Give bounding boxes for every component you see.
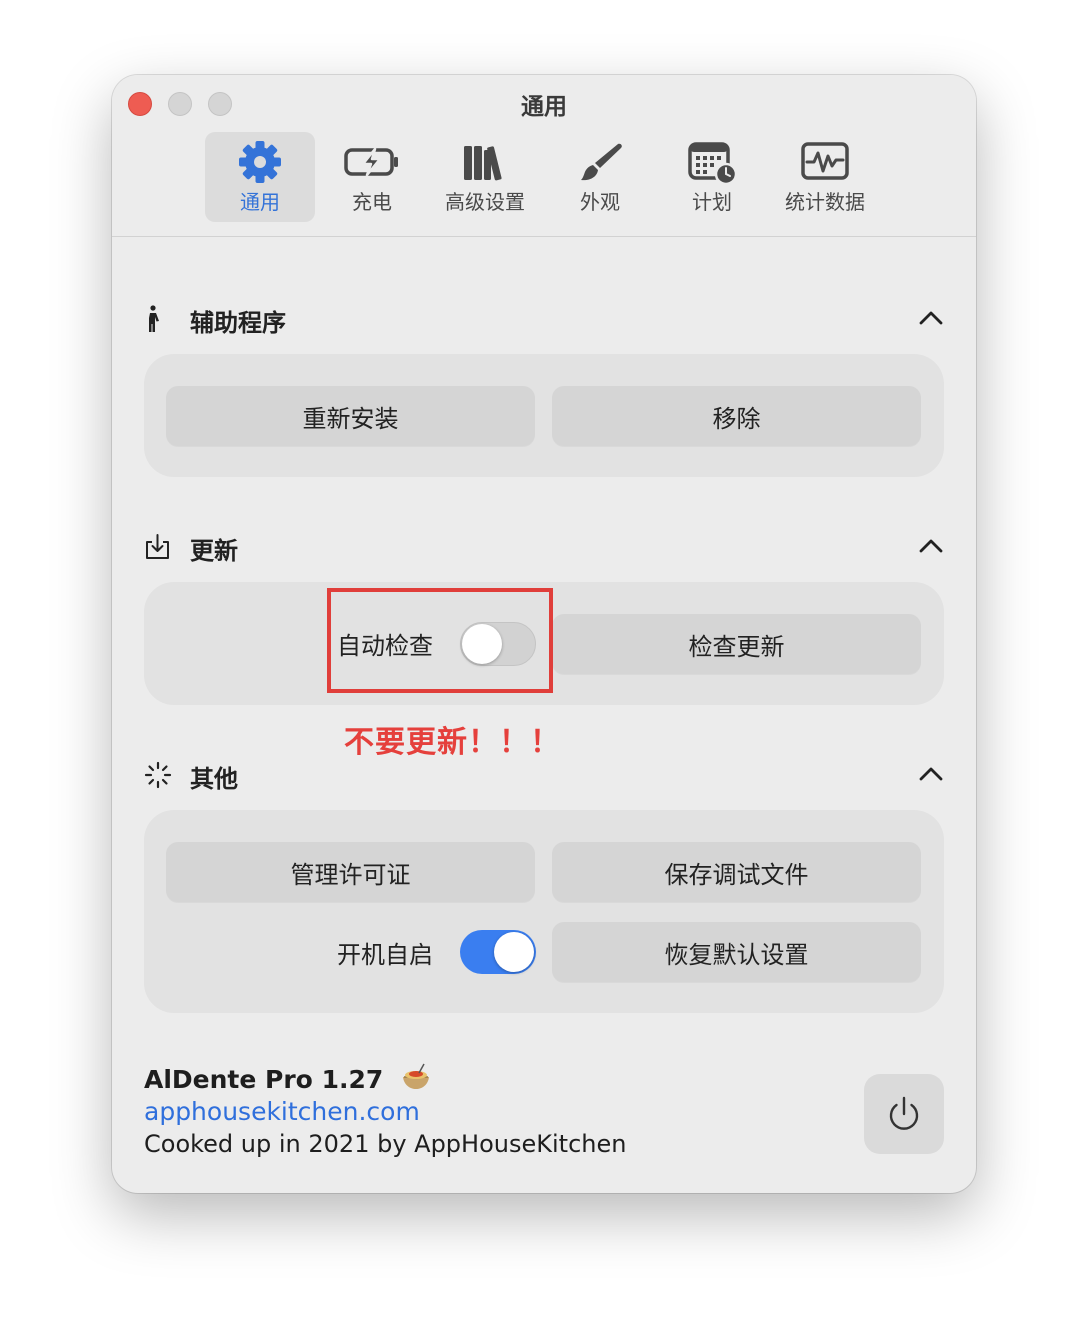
tab-advanced-label: 高级设置 — [445, 190, 525, 214]
preferences-window: 通用 通用 充电 高级设置 外观 计划 统计数据 辅助程序 重新安装 移除 更新… — [112, 75, 976, 1193]
section-header-other[interactable]: 其他 — [144, 755, 944, 795]
section-title-update: 更新 — [190, 537, 238, 565]
window-title: 通用 — [521, 94, 567, 120]
battery-charging-icon — [344, 147, 398, 177]
section-title-other: 其他 — [190, 765, 238, 793]
credit-text: Cooked up in 2021 by AppHouseKitchen — [144, 1130, 627, 1158]
tab-appearance-label: 外观 — [580, 190, 620, 214]
chevron-up-icon[interactable] — [918, 307, 944, 329]
app-version: AlDente Pro 1.27 — [144, 1063, 432, 1094]
other-card: 管理许可证 保存调试文件 开机自启 恢复默认设置 — [144, 810, 944, 1013]
toggle-knob — [494, 932, 534, 972]
section-header-update[interactable]: 更新 — [144, 527, 944, 567]
section-header-helper[interactable]: 辅助程序 — [144, 299, 944, 339]
chevron-up-icon[interactable] — [918, 763, 944, 785]
save-debug-file-button[interactable]: 保存调试文件 — [552, 842, 921, 902]
website-link[interactable]: apphousekitchen.com — [144, 1097, 420, 1126]
spaghetti-icon — [402, 1063, 429, 1089]
gear-icon — [239, 141, 281, 183]
tab-general-label: 通用 — [240, 190, 280, 214]
tab-charging-label: 充电 — [352, 190, 392, 214]
launch-at-login-toggle[interactable] — [460, 930, 536, 974]
check-update-button[interactable]: 检查更新 — [552, 614, 921, 674]
manage-license-button[interactable]: 管理许可证 — [166, 842, 535, 902]
app-name: AlDente Pro 1.27 — [144, 1065, 384, 1094]
chevron-up-icon[interactable] — [918, 535, 944, 557]
tab-schedule-label: 计划 — [692, 190, 732, 214]
download-tray-icon — [146, 534, 169, 559]
reinstall-button[interactable]: 重新安装 — [166, 386, 535, 446]
tab-advanced[interactable]: 高级设置 — [430, 132, 540, 222]
tab-general[interactable]: 通用 — [205, 132, 315, 222]
figure-icon — [149, 305, 159, 332]
quit-button[interactable] — [864, 1074, 944, 1154]
titlebar: 通用 通用 充电 高级设置 外观 计划 统计数据 — [112, 75, 976, 237]
tab-appearance[interactable]: 外观 — [545, 132, 655, 222]
launch-at-login-label: 开机自启 — [337, 941, 433, 969]
paintbrush-icon — [581, 143, 622, 181]
tab-schedule[interactable]: 计划 — [657, 132, 767, 222]
power-icon — [889, 1096, 919, 1130]
books-icon — [464, 146, 502, 181]
waveform-monitor-icon — [801, 142, 849, 180]
remove-button[interactable]: 移除 — [552, 386, 921, 446]
calendar-clock-icon — [688, 142, 738, 184]
restore-defaults-button[interactable]: 恢复默认设置 — [552, 922, 921, 982]
section-title-helper: 辅助程序 — [190, 309, 286, 337]
annotation-highlight-box — [327, 588, 553, 693]
spinner-icon — [144, 761, 172, 789]
tab-statistics-label: 统计数据 — [785, 190, 865, 214]
helper-card: 重新安装 移除 — [144, 354, 944, 477]
tab-charging[interactable]: 充电 — [317, 132, 427, 222]
tab-statistics[interactable]: 统计数据 — [770, 132, 880, 222]
